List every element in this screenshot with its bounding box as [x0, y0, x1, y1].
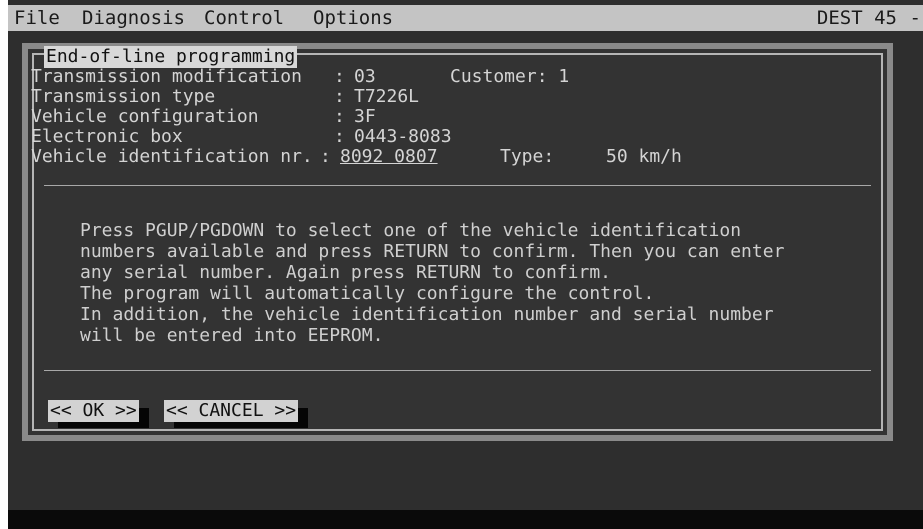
- transmission-type-value: T7226L: [354, 86, 420, 107]
- dialog-frame: End-of-line programming Transmission mod…: [31, 46, 883, 431]
- modification-value: 03: [354, 66, 376, 87]
- app-version-label: DEST 45: [816, 7, 897, 29]
- dialog-body: End-of-line programming Transmission mod…: [28, 46, 887, 435]
- menu-dash: -: [909, 7, 921, 29]
- colon: :: [334, 66, 345, 87]
- vehicle-type-value: 50 km/h: [606, 146, 682, 167]
- menu-diagnosis[interactable]: Diagnosis: [82, 5, 185, 31]
- message-line: numbers available and press RETURN to co…: [80, 241, 785, 262]
- separator-top: [44, 185, 871, 186]
- vin-input-field[interactable]: 8092 0807: [340, 147, 438, 167]
- transmission-type-label: Transmission type: [31, 86, 216, 107]
- end-of-line-dialog: End-of-line programming Transmission mod…: [22, 43, 893, 441]
- separator-bottom: [44, 370, 871, 371]
- menu-control[interactable]: Control: [204, 5, 284, 31]
- status-strip: [8, 510, 923, 529]
- vehicle-config-value: 3F: [354, 106, 376, 127]
- colon: :: [334, 126, 345, 147]
- vehicle-type-label: Type:: [500, 146, 555, 167]
- colon: :: [334, 106, 345, 127]
- menu-bar: File Diagnosis Control Options DEST 45 -: [8, 5, 923, 31]
- colon: :: [334, 86, 345, 107]
- menu-file[interactable]: File: [14, 5, 60, 31]
- message-line: In addition, the vehicle identification …: [80, 304, 774, 325]
- electronic-box-value: 0443-8083: [354, 126, 452, 147]
- modification-label: Transmission modification: [31, 66, 302, 87]
- cancel-button-wrap: << CANCEL >>: [164, 400, 309, 428]
- vehicle-config-label: Vehicle configuration: [31, 106, 259, 127]
- cancel-button[interactable]: << CANCEL >>: [164, 400, 299, 422]
- dos-screen: File Diagnosis Control Options DEST 45 -…: [8, 0, 923, 529]
- message-line: will be entered into EEPROM.: [80, 325, 384, 346]
- customer-label: Customer: 1: [450, 66, 570, 87]
- message-line: Press PGUP/PGDOWN to select one of the v…: [80, 220, 742, 241]
- dialog-title: End-of-line programming: [44, 46, 298, 68]
- menu-options[interactable]: Options: [313, 5, 393, 31]
- message-line: any serial number. Again press RETURN to…: [80, 262, 612, 283]
- ok-button[interactable]: << OK >>: [48, 400, 139, 422]
- ok-button-wrap: << OK >>: [48, 400, 149, 428]
- message-line: The program will automatically configure…: [80, 283, 655, 304]
- vin-label: Vehicle identification nr.: [31, 146, 313, 167]
- colon: :: [320, 146, 331, 167]
- electronic-box-label: Electronic box: [31, 126, 183, 147]
